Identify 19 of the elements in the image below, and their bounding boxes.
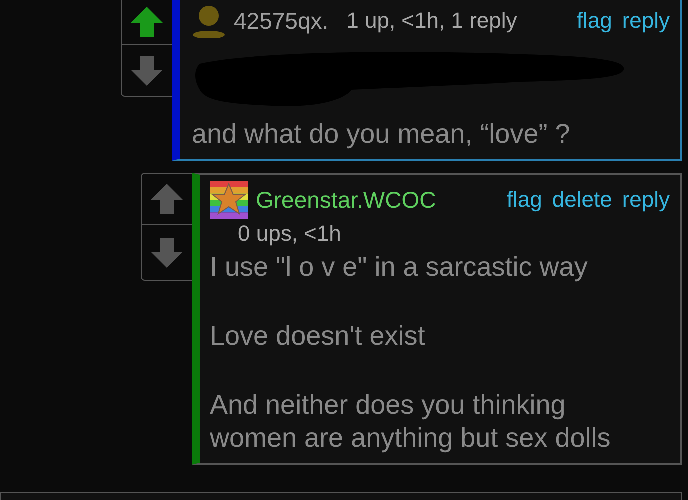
avatar-icon <box>192 4 226 38</box>
downvote-arrow-icon <box>150 236 184 268</box>
upvote-arrow-icon <box>150 183 184 215</box>
comment-action-link[interactable]: reply <box>622 187 670 213</box>
comment-meta: 0 ups, <1h <box>238 221 342 247</box>
comment-action-link[interactable]: delete <box>552 187 612 213</box>
comment-meta: 1 up, <1h, 1 reply <box>346 8 518 34</box>
comment-text: Love doesn't exist <box>210 320 426 353</box>
comment-action-link[interactable]: flag <box>506 187 542 213</box>
comment-text: And neither does you thinking women are anything but sex dolls <box>210 389 612 455</box>
username[interactable]: 42575qx. <box>234 8 329 34</box>
downvote-arrow-icon <box>130 54 164 86</box>
comment-action-link[interactable]: flag <box>576 8 612 34</box>
upvote-arrow-icon <box>130 6 164 38</box>
comment-text: I use "l o v e" in a sarcastic way <box>210 251 589 284</box>
comment-action-link[interactable]: reply <box>622 8 670 34</box>
username[interactable]: Greenstar.WCOC <box>256 186 436 214</box>
avatar-icon <box>210 181 248 219</box>
comment-text: and what do you mean, “love” ? <box>192 118 572 151</box>
